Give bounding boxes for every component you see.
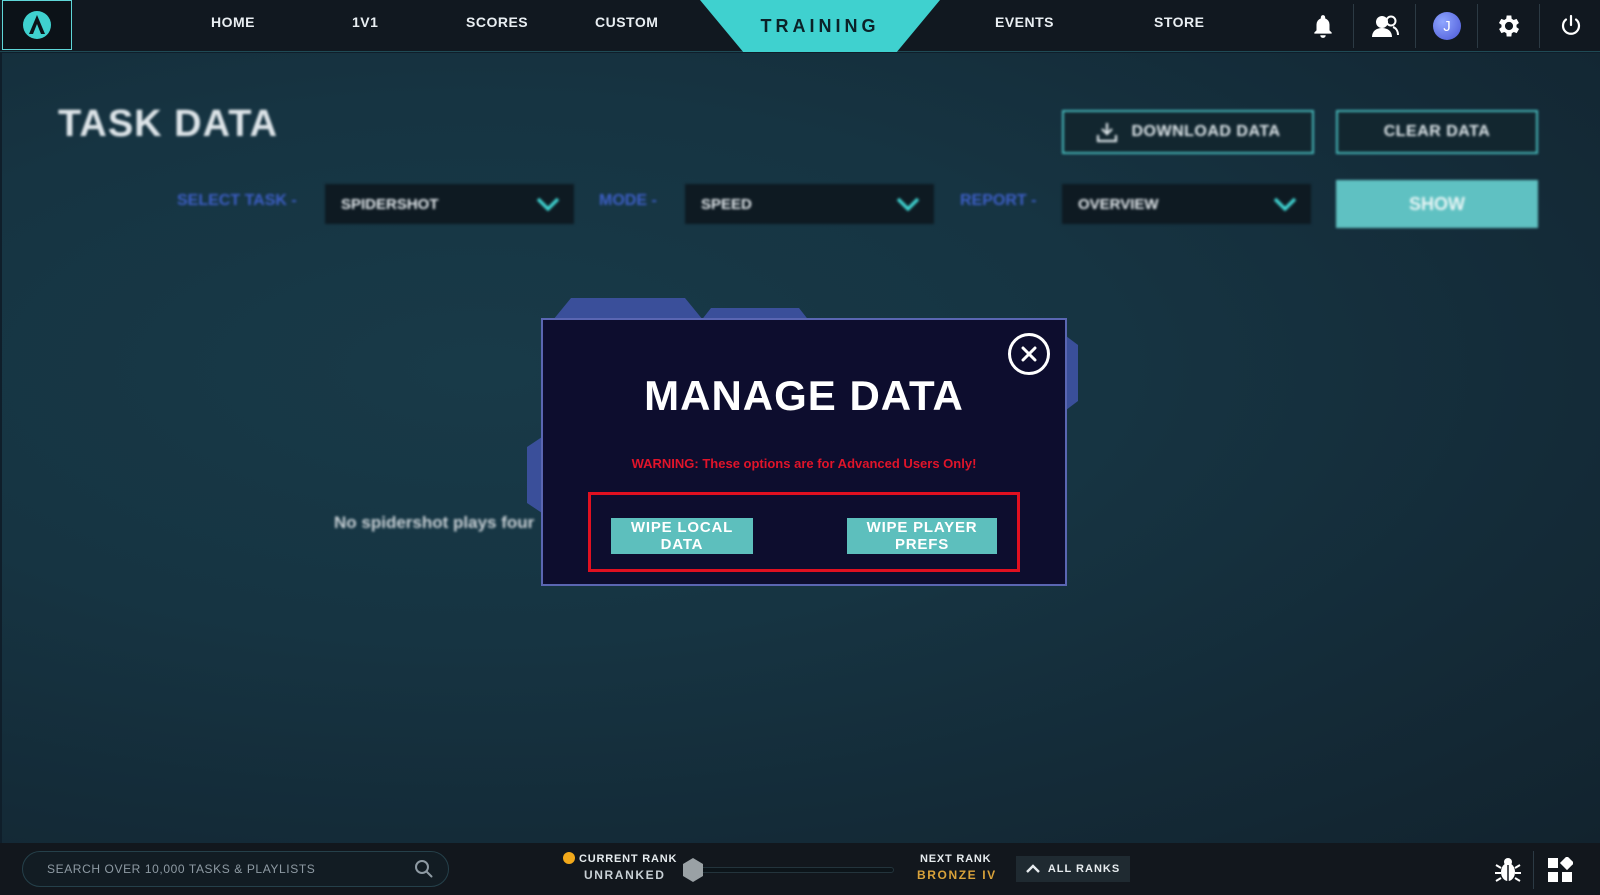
current-rank-value: UNRANKED: [584, 868, 666, 882]
warning-text: WARNING: These options are for Advanced …: [631, 456, 977, 471]
nav-store[interactable]: STORE: [1154, 14, 1204, 30]
logo-icon: [23, 11, 51, 39]
friends-button[interactable]: [1367, 8, 1403, 44]
modal-title: MANAGE DATA: [644, 372, 964, 419]
search-icon[interactable]: [414, 859, 434, 879]
nav-training[interactable]: TRAINING: [700, 0, 940, 52]
gear-icon: [1498, 15, 1520, 37]
download-data-label: DOWNLOAD DATA: [1131, 123, 1281, 140]
chevron-down-icon: [536, 197, 560, 211]
nav-divider: [1415, 4, 1416, 48]
report-dropdown-value: OVERVIEW: [1078, 195, 1159, 213]
close-button[interactable]: [1008, 333, 1050, 375]
wipe-local-data-line2: DATA: [660, 536, 704, 553]
nav-1v1[interactable]: 1V1: [352, 14, 378, 30]
rank-status-dot: [563, 852, 575, 864]
close-icon: [1021, 346, 1037, 362]
page-title: TASK DATA: [58, 103, 279, 145]
chevron-up-icon: [1025, 864, 1040, 873]
nav-divider: [1477, 4, 1478, 48]
widgets-icon: [1548, 857, 1573, 882]
friends-icon: [1372, 15, 1399, 37]
profile-button[interactable]: J: [1429, 8, 1465, 44]
search-input[interactable]: [47, 862, 387, 876]
next-rank-value: BRONZE IV: [917, 868, 997, 882]
clear-data-button[interactable]: CLEAR DATA: [1336, 110, 1538, 154]
mode-dropdown-value: SPEED: [701, 195, 752, 213]
nav-divider: [1539, 4, 1540, 48]
search-field[interactable]: [22, 851, 449, 887]
wipe-player-prefs-button[interactable]: WIPE PLAYER PREFS: [847, 518, 997, 554]
bug-report-button[interactable]: [1493, 855, 1523, 885]
task-dropdown[interactable]: SPIDERSHOT: [325, 184, 574, 224]
current-rank-label: CURRENT RANK: [579, 853, 678, 865]
app-logo[interactable]: [2, 0, 72, 50]
wipe-player-prefs-label: WIPE PLAYER PREFS: [867, 519, 978, 553]
rank-progress-track: [700, 867, 894, 873]
wipe-player-prefs-line2: PREFS: [894, 536, 949, 553]
nav-custom[interactable]: CUSTOM: [595, 14, 658, 30]
settings-button[interactable]: [1491, 8, 1527, 44]
bottom-divider: [1533, 851, 1534, 889]
top-nav-bar: HOME 1V1 SCORES CUSTOM TRAINING EVENTS S…: [0, 0, 1600, 52]
report-dropdown[interactable]: OVERVIEW: [1062, 184, 1311, 224]
nav-home[interactable]: HOME: [211, 14, 255, 30]
all-ranks-button[interactable]: ALL RANKS: [1016, 856, 1130, 882]
notifications-button[interactable]: [1305, 8, 1341, 44]
power-button[interactable]: [1553, 8, 1589, 44]
all-ranks-label: ALL RANKS: [1047, 863, 1121, 875]
chevron-down-icon: [896, 197, 920, 211]
next-rank-label: NEXT RANK: [920, 853, 992, 865]
wipe-local-data-button[interactable]: WIPE LOCAL DATA: [611, 518, 753, 554]
download-icon: [1096, 123, 1117, 143]
manage-data-modal: MANAGE DATA WARNING: These options are f…: [541, 318, 1067, 586]
bell-icon: [1314, 15, 1332, 38]
mode-label: MODE -: [599, 192, 657, 209]
widgets-button[interactable]: [1545, 855, 1575, 885]
nav-scores[interactable]: SCORES: [466, 14, 528, 30]
task-dropdown-value: SPIDERSHOT: [341, 195, 439, 213]
mode-dropdown[interactable]: SPEED: [685, 184, 934, 224]
chevron-down-icon: [1273, 197, 1297, 211]
nav-divider: [1353, 4, 1354, 48]
report-label: REPORT -: [960, 192, 1037, 209]
power-icon: [1561, 14, 1581, 35]
wipe-local-data-line1: WIPE LOCAL: [630, 519, 734, 536]
download-data-button[interactable]: DOWNLOAD DATA: [1062, 110, 1314, 154]
empty-state-message: No spidershot plays four: [334, 513, 535, 532]
avatar: J: [1433, 12, 1461, 40]
modal-decoration: [553, 298, 703, 320]
wipe-local-data-label: WIPE LOCAL DATA: [631, 519, 733, 553]
bug-icon: [1495, 858, 1521, 882]
select-task-label: SELECT TASK -: [177, 192, 297, 209]
nav-training-label: TRAINING: [760, 15, 880, 36]
show-button[interactable]: SHOW: [1336, 180, 1538, 228]
nav-events[interactable]: EVENTS: [995, 14, 1054, 30]
wipe-player-prefs-line1: WIPE PLAYER: [866, 519, 978, 536]
